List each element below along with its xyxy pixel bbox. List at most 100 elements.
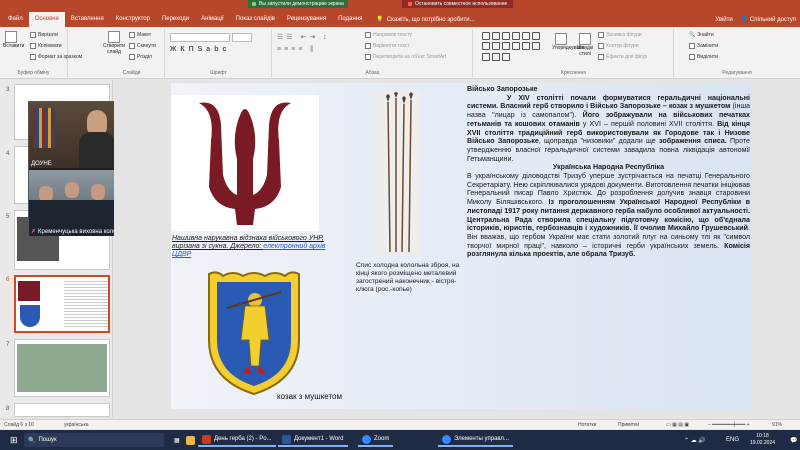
tab-transitions[interactable]: Переходи	[156, 12, 195, 27]
tab-review[interactable]: Рецензування	[281, 12, 332, 27]
shape-item[interactable]	[482, 32, 490, 40]
arrange-button[interactable]: Упорядкувати	[552, 33, 584, 51]
tab-insert[interactable]: Вставлення	[65, 12, 110, 27]
clock[interactable]: 10:18 19.02.2024	[746, 433, 779, 447]
shape-item[interactable]	[502, 32, 510, 40]
shape-item[interactable]	[512, 32, 520, 40]
find-label: Знайти	[697, 32, 714, 38]
share-link[interactable]: 👤 Спільний доступ	[741, 16, 796, 23]
taskbar-word[interactable]: Документ1 - Word	[278, 433, 348, 447]
slide-thumbnail-6-selected[interactable]	[14, 275, 110, 333]
tab-design[interactable]: Конструктор	[110, 12, 156, 27]
slide-thumbnail-8[interactable]	[14, 403, 110, 417]
paragraph-group: ☰☰ ⇤⇥ ↕ ≡≡≡≡ ⫼ Напрямок тексту Вирівняти…	[273, 29, 473, 77]
layout-button[interactable]: Макет	[129, 32, 151, 38]
zoom-icon	[362, 434, 371, 444]
spear-image[interactable]	[376, 92, 422, 256]
clipboard-group: Вставити Вирізати Копіювати Формат за зр…	[0, 29, 82, 77]
quick-styles-button[interactable]: Швидкі стилі	[575, 33, 595, 57]
select-button[interactable]: Виділити	[689, 54, 718, 60]
shape-item[interactable]	[482, 52, 490, 61]
text-direction-icon	[365, 32, 371, 38]
notes-button[interactable]: Нотатки	[578, 422, 596, 428]
shapes-gallery[interactable]	[482, 32, 542, 62]
shape-item[interactable]	[492, 42, 500, 51]
shape-effects-button[interactable]: Ефекти для фігур	[598, 54, 647, 60]
paste-button[interactable]: Вставити	[3, 31, 24, 49]
explorer-icon[interactable]	[182, 433, 199, 447]
font-name-box[interactable]	[170, 33, 230, 42]
reset-button[interactable]: Скинути	[129, 43, 156, 49]
trident-patch-image[interactable]	[171, 95, 319, 231]
align-buttons[interactable]: ≡≡≡≡ ⫼	[277, 46, 317, 54]
tab-view[interactable]: Подання	[332, 12, 368, 27]
text-direction-label: Напрямок тексту	[373, 32, 412, 38]
shape-item[interactable]	[532, 42, 540, 51]
zoom-level[interactable]: 91%	[772, 422, 782, 428]
taskbar: ⊞ 🔍 Пошук ▦ День герба (2) - Po... Докум…	[0, 430, 800, 450]
format-painter-button[interactable]: Формат за зразком	[30, 54, 82, 60]
person-face	[65, 182, 79, 198]
new-slide-button[interactable]: Створити слайд	[101, 31, 127, 55]
shape-outline-label: Контур фігури	[606, 43, 639, 49]
view-buttons[interactable]: ▭ ▦ ▤ ▣	[666, 422, 689, 428]
replace-button[interactable]: Замінити	[689, 43, 718, 49]
language-indicator[interactable]: українська	[64, 422, 89, 428]
slide-body-text[interactable]: Військо Запорозьке У XIV столітті почали…	[467, 85, 750, 259]
tab-animations[interactable]: Анімації	[195, 12, 230, 27]
align-text-button[interactable]: Вирівняти текст	[365, 43, 410, 49]
font-size-box[interactable]	[232, 33, 252, 42]
share-icon	[252, 2, 256, 6]
zoom-slider[interactable]: – ━━━━━━━┿━━━ +	[708, 422, 750, 428]
thumb-image	[17, 344, 107, 392]
cossack-coat-of-arms-image[interactable]	[203, 270, 305, 398]
start-button[interactable]: ⊞	[6, 433, 22, 447]
shape-item[interactable]	[532, 32, 540, 40]
font-group-label: Шрифт	[210, 70, 227, 76]
cut-button[interactable]: Вирізати	[30, 32, 58, 38]
shape-item[interactable]	[512, 42, 520, 51]
shape-item[interactable]	[502, 52, 510, 61]
shape-item[interactable]	[492, 32, 500, 40]
smartart-label: Перетворити на об'єкт SmartArt	[373, 54, 447, 60]
slide-thumbnail-7[interactable]	[14, 339, 110, 397]
shape-item[interactable]	[522, 32, 530, 40]
smartart-button[interactable]: Перетворити на об'єкт SmartArt	[365, 54, 446, 60]
text-direction-button[interactable]: Напрямок тексту	[365, 32, 412, 38]
taskbar-search[interactable]: 🔍 Пошук	[24, 433, 164, 447]
font-style-buttons[interactable]: ЖКПSabc	[170, 46, 230, 53]
align-text-icon	[365, 43, 371, 49]
shape-item[interactable]	[482, 42, 490, 51]
shape-fill-button[interactable]: Заливка фігури	[598, 32, 642, 38]
select-label: Виділити	[697, 54, 718, 60]
slide-counter: Слайд 6 з 10	[4, 422, 34, 428]
section-button[interactable]: Розділ	[129, 54, 152, 60]
shape-item[interactable]	[502, 42, 510, 51]
shape-item[interactable]	[522, 42, 530, 51]
shape-outline-button[interactable]: Контур фігури	[598, 43, 638, 49]
tile-2-label: ✗ Кременчуцька виховна колонія	[31, 228, 124, 236]
comments-button[interactable]: Примітки	[618, 422, 639, 428]
sign-in-link[interactable]: Увійти	[715, 17, 732, 23]
stop-share-button[interactable]: Остановить совместное использование	[402, 0, 514, 8]
tell-me-search[interactable]: 💡 Скажіть, що потрібно зробити...	[368, 16, 474, 24]
shape-item[interactable]	[492, 52, 500, 61]
controls-title: Элементы управл...	[454, 436, 509, 442]
tray-icons[interactable]: ⌃ ☁ 🔊	[680, 433, 710, 447]
mic-muted-icon: ✗	[31, 229, 37, 235]
list-buttons[interactable]: ☰☰ ⇤⇥ ↕	[277, 33, 330, 41]
taskbar-powerpoint[interactable]: День герба (2) - Po...	[198, 433, 276, 447]
taskbar-controls[interactable]: Элементы управл...	[438, 433, 513, 447]
notifications-icon[interactable]: 💬	[786, 433, 800, 447]
person-face	[91, 184, 105, 200]
keyboard-language[interactable]: ENG	[722, 433, 743, 447]
find-button[interactable]: 🔍 Знайти	[689, 32, 714, 38]
taskbar-search-label: Пошук	[38, 437, 57, 443]
thumb-number: 4	[6, 151, 10, 157]
windows-icon: ⊞	[10, 434, 18, 445]
tab-slideshow[interactable]: Показ слайдів	[230, 12, 281, 27]
tab-file[interactable]: Файл	[2, 12, 29, 27]
taskbar-zoom[interactable]: Zoom	[358, 433, 394, 447]
tab-home[interactable]: Основне	[28, 12, 65, 27]
copy-button[interactable]: Копіювати	[30, 43, 62, 49]
